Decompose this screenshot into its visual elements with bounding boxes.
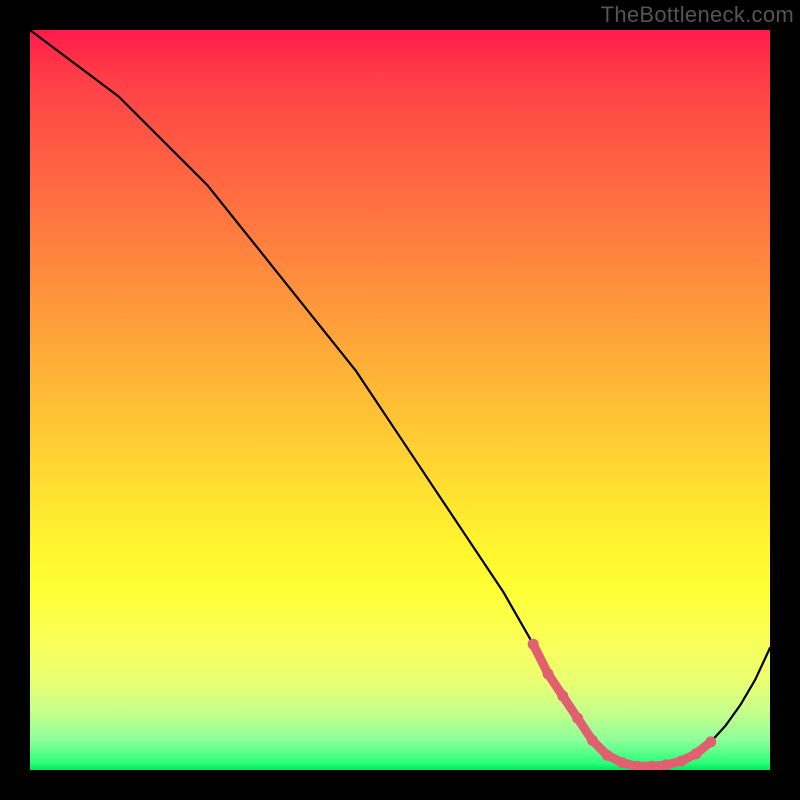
chart-plot-area xyxy=(30,30,770,770)
watermark-text: TheBottleneck.com xyxy=(601,2,794,28)
gradient-background xyxy=(30,30,770,770)
